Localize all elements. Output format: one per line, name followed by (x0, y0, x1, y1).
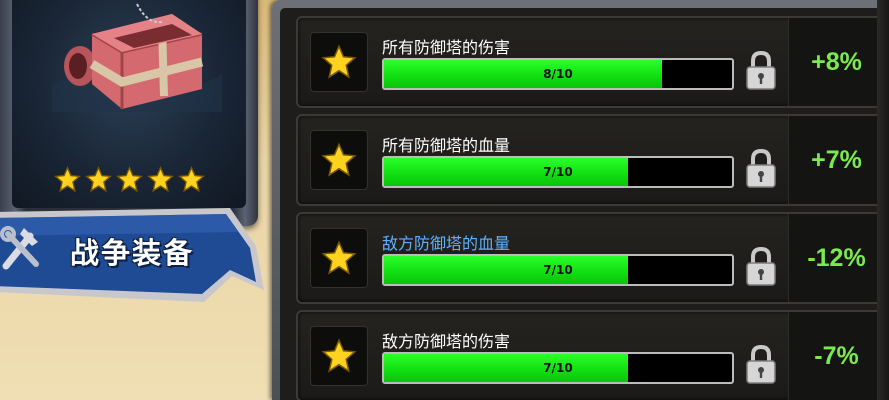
stat-progress-text: 7/10 (543, 263, 573, 277)
stat-bonus-value: -7% (788, 312, 884, 400)
stats-panel-inner: 所有防御塔的伤害 8/10 +8% 所有防御塔的血量 7/10 +7% 敌方防御… (280, 8, 889, 400)
war-equipment-chest-art (52, 3, 222, 112)
lock-icon[interactable] (744, 148, 778, 190)
stats-panel: 所有防御塔的伤害 8/10 +8% 所有防御塔的血量 7/10 +7% 敌方防御… (272, 0, 889, 400)
lock-icon[interactable] (744, 344, 778, 386)
stat-row-tower-damage[interactable]: 所有防御塔的伤害 8/10 +8% (296, 16, 884, 108)
star-icon (53, 166, 81, 193)
stat-bonus-value: -12% (788, 214, 884, 302)
stat-progress-text: 7/10 (543, 361, 573, 375)
stat-progress-bar: 7/10 (382, 156, 734, 188)
item-name: 战争装备 (70, 236, 195, 270)
stat-bonus-value: +8% (788, 18, 884, 106)
stat-label: 所有防御塔的血量 (382, 136, 511, 155)
stat-star-slot (310, 130, 368, 190)
star-icon (177, 166, 205, 193)
star-icon (321, 142, 357, 177)
stat-label: 所有防御塔的伤害 (382, 38, 511, 57)
stat-star-slot (310, 228, 368, 288)
lock-icon[interactable] (744, 246, 778, 288)
stat-progress-bar: 7/10 (382, 254, 734, 286)
stat-label: 敌方防御塔的血量 (382, 234, 511, 253)
stat-progress-text: 7/10 (543, 165, 573, 179)
stat-row-enemy-tower-health[interactable]: 敌方防御塔的血量 7/10 -12% (296, 212, 884, 304)
stat-row-enemy-tower-damage[interactable]: 敌方防御塔的伤害 7/10 -7% (296, 310, 884, 400)
panel-edge (877, 0, 889, 400)
star-icon (321, 338, 357, 373)
item-rarity-stars (12, 166, 246, 193)
stat-label: 敌方防御塔的伤害 (382, 332, 511, 351)
star-icon (321, 44, 357, 79)
stat-star-slot (310, 326, 368, 386)
wrench-hammer-icon (0, 226, 39, 270)
stat-progress-text: 8/10 (543, 67, 573, 81)
stat-progress-bar: 8/10 (382, 58, 734, 90)
lock-icon[interactable] (744, 50, 778, 92)
star-icon (321, 240, 357, 275)
stat-progress-bar: 7/10 (382, 352, 734, 384)
stat-bonus-value: +7% (788, 116, 884, 204)
stat-star-slot (310, 32, 368, 92)
item-card[interactable] (0, 0, 258, 226)
star-icon (146, 166, 174, 193)
star-icon (115, 166, 143, 193)
stat-row-tower-health[interactable]: 所有防御塔的血量 7/10 +7% (296, 114, 884, 206)
item-card-inner (12, 0, 246, 208)
star-icon (84, 166, 112, 193)
